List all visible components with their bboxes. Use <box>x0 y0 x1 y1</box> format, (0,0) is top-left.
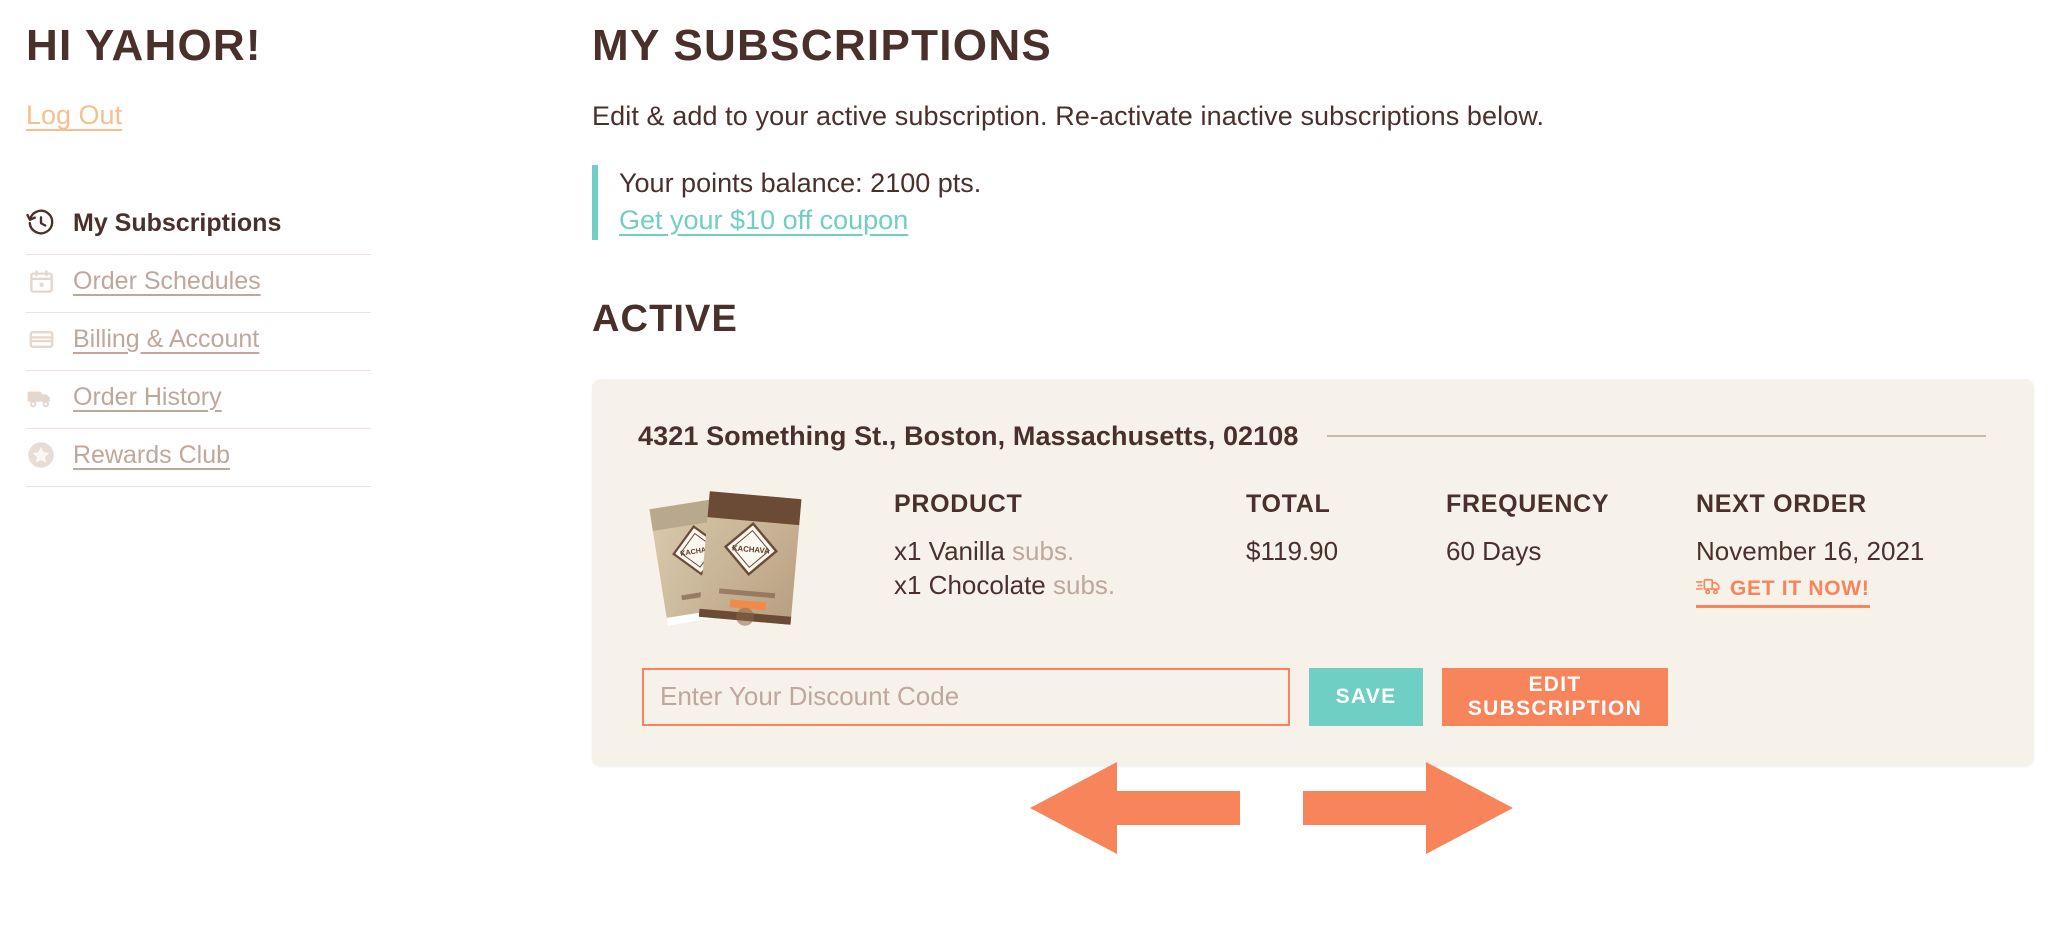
sidebar-item-label: Order Schedules <box>73 266 261 295</box>
column-header-product: PRODUCT <box>894 489 1023 518</box>
get-it-now-label: GET IT NOW! <box>1730 576 1870 600</box>
product-suffix: subs. <box>1053 569 1116 600</box>
column-header-total: TOTAL <box>1246 489 1331 518</box>
save-button[interactable]: SAVE <box>1309 667 1423 726</box>
get-it-now-button[interactable]: GET IT NOW! <box>1695 576 1870 608</box>
history-clock-icon <box>26 208 56 238</box>
subscription-card-body: KACHAVA KACHAVA PRODUCT x1 Vanilla subs.… <box>638 486 1986 628</box>
column-next-order: NEXT ORDER November 16, 2021 GET IT NOW! <box>1695 489 2016 608</box>
total-value: $119.90 <box>1246 535 1339 566</box>
sidebar-item-label: My Subscriptions <box>73 208 282 237</box>
sidebar-item-label: Rewards Club <box>73 440 231 469</box>
credit-card-icon <box>26 324 56 354</box>
column-header-frequency: FREQUENCY <box>1446 489 1610 518</box>
main-content: MY SUBSCRIPTIONS Edit & add to your acti… <box>592 0 2042 766</box>
sidebar-item-billing-account[interactable]: Billing & Account <box>26 313 371 372</box>
active-section-title: ACTIVE <box>592 297 738 340</box>
log-out-link[interactable]: Log Out <box>26 100 122 131</box>
header-divider <box>1326 435 1986 437</box>
column-frequency: FREQUENCY 60 Days <box>1446 490 1696 608</box>
sidebar-nav: My Subscriptions Order Schedules Billing… <box>26 197 371 488</box>
next-order-date: November 16, 2021 <box>1696 535 1925 566</box>
sidebar-item-label: Order History <box>73 382 222 411</box>
points-balance-callout: Your points balance: 2100 pts. Get your … <box>592 164 2042 240</box>
points-balance-text: Your points balance: 2100 pts. <box>619 167 982 198</box>
subscription-card: 4321 Something St., Boston, Massachusett… <box>592 378 2034 766</box>
subscription-details-table: PRODUCT x1 Vanilla subs. x1 Chocolate su… <box>828 486 2016 608</box>
right-pointing-arrow-annotation <box>1303 762 1513 854</box>
sidebar-item-label: Billing & Account <box>73 324 260 353</box>
truck-icon <box>26 382 56 412</box>
sidebar-item-my-subscriptions[interactable]: My Subscriptions <box>26 197 371 256</box>
product-row: x1 Chocolate subs. <box>894 568 1246 602</box>
column-product: PRODUCT x1 Vanilla subs. x1 Chocolate su… <box>894 490 1246 608</box>
column-header-next-order: NEXT ORDER <box>1696 489 1867 518</box>
page-title: MY SUBSCRIPTIONS <box>592 21 1053 70</box>
left-pointing-arrow-annotation <box>1030 762 1240 854</box>
sidebar-item-rewards-club[interactable]: Rewards Club <box>26 429 371 488</box>
product-image-kachava-bags: KACHAVA KACHAVA <box>642 488 828 628</box>
calendar-icon <box>26 266 56 296</box>
sidebar-item-order-history[interactable]: Order History <box>26 371 371 430</box>
fast-truck-icon <box>1695 577 1721 601</box>
edit-subscription-button[interactable]: EDIT SUBSCRIPTION <box>1442 667 1668 726</box>
card-action-row: SAVE EDIT SUBSCRIPTION <box>642 667 1986 726</box>
sidebar-item-order-schedules[interactable]: Order Schedules <box>26 255 371 314</box>
account-subscriptions-page: HI YAHOR! Log Out My Subscriptions Order… <box>0 0 2064 926</box>
product-row: x1 Vanilla subs. <box>894 534 1246 568</box>
product-name: x1 Chocolate <box>894 569 1046 600</box>
star-badge-icon <box>26 440 56 470</box>
frequency-value: 60 Days <box>1446 535 1542 566</box>
product-name: x1 Vanilla <box>894 535 1005 566</box>
discount-code-input[interactable] <box>642 667 1290 726</box>
page-subtitle: Edit & add to your active subscription. … <box>592 101 1545 132</box>
column-total: TOTAL $119.90 <box>1246 490 1446 608</box>
account-sidebar: HI YAHOR! Log Out My Subscriptions Order… <box>26 0 371 488</box>
product-suffix: subs. <box>1012 535 1075 566</box>
subscription-card-header: 4321 Something St., Boston, Massachusett… <box>638 421 1986 452</box>
shipping-address: 4321 Something St., Boston, Massachusett… <box>638 420 1299 451</box>
greeting-heading: HI YAHOR! <box>26 21 262 70</box>
get-coupon-link[interactable]: Get your $10 off coupon <box>619 205 908 236</box>
